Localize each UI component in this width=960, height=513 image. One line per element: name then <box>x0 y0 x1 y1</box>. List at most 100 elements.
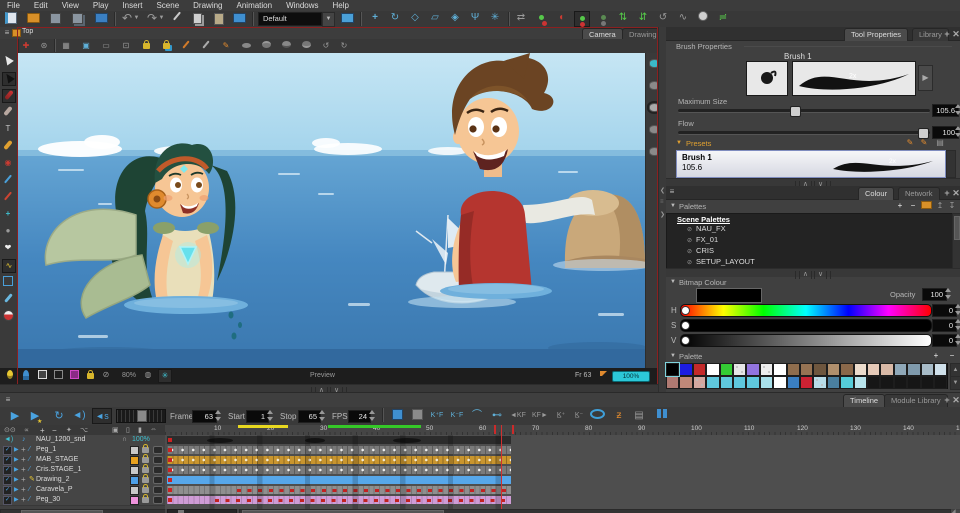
sat-spinner[interactable] <box>954 318 960 331</box>
layer-add-param-icon[interactable]: + <box>21 465 26 475</box>
pencil-line-icon[interactable] <box>200 40 212 52</box>
grid-icon[interactable]: ▦ <box>60 40 72 52</box>
frame-spinner[interactable] <box>214 409 221 422</box>
volume-slider-handle[interactable] <box>137 410 147 422</box>
swatch[interactable] <box>854 376 867 389</box>
palette-moveup-icon[interactable]: ↥ <box>934 200 946 212</box>
swatch[interactable] <box>854 363 867 376</box>
palette-item-cris[interactable]: ⊘CRIS <box>667 246 953 257</box>
stop-motion-keyframe-icon[interactable]: ⊷ <box>490 409 504 423</box>
undo-icon[interactable]: ↶ <box>120 11 134 25</box>
show-hide-all-icon[interactable]: ⊙⊙ <box>4 426 16 434</box>
presets-collapse-icon[interactable]: ▼ <box>676 140 682 146</box>
thumbnail-view-icon[interactable] <box>652 409 666 423</box>
headphone-icon[interactable]: ∩ <box>122 435 127 445</box>
preset-menu-icon[interactable]: ▤ <box>934 137 946 149</box>
hand-tool-icon[interactable]: ❤ <box>2 242 14 254</box>
swatch[interactable] <box>666 363 679 376</box>
layer-colour-chip[interactable] <box>130 476 139 485</box>
val-slider[interactable] <box>680 334 932 347</box>
feather-tool-icon[interactable] <box>2 293 14 305</box>
tab-tool-properties[interactable]: Tool Properties <box>844 28 908 41</box>
swatch[interactable] <box>840 363 853 376</box>
render-settings-icon[interactable]: ✳ <box>158 369 172 383</box>
swatch[interactable] <box>733 376 746 389</box>
export-image-icon[interactable] <box>94 13 108 27</box>
skew-tool-icon[interactable]: ▱ <box>428 11 442 25</box>
swatch[interactable] <box>733 363 746 376</box>
onion-skin-icon[interactable] <box>590 409 604 423</box>
new-preset-icon[interactable]: ✎ <box>904 137 916 149</box>
menu-scene[interactable]: Scene <box>149 0 186 11</box>
timeline-close-tab-icon[interactable]: ✕ <box>951 394 960 406</box>
colour-panel-menu-icon[interactable]: ≡ <box>666 186 678 198</box>
palette-remove-icon[interactable]: − <box>907 200 919 212</box>
sound-scrub-button[interactable]: ◄s <box>92 408 112 424</box>
copy-icon[interactable] <box>190 13 204 27</box>
menu-edit[interactable]: Edit <box>27 0 55 11</box>
light-bulb-icon[interactable] <box>4 370 16 382</box>
layer-eye-icon[interactable] <box>153 496 163 504</box>
sound-scrub-mode-icon[interactable]: ƶ <box>612 409 626 423</box>
splitter-left-icon[interactable]: ❮ <box>660 187 665 194</box>
playhead[interactable] <box>501 425 502 509</box>
brush-next-icon[interactable]: ▶ <box>918 65 933 91</box>
add-exposure-icon[interactable]: K̲⁺ <box>554 409 568 423</box>
val-slider-handle[interactable] <box>681 336 690 345</box>
paint-tool-icon[interactable]: ◉ <box>2 157 14 169</box>
link-layers-icon[interactable]: ∝ <box>24 426 29 434</box>
swatch[interactable] <box>867 376 880 389</box>
layer-expand-icon[interactable]: ▶ <box>14 495 19 505</box>
menu-help[interactable]: Help <box>326 0 356 11</box>
layer-add-param-icon[interactable]: + <box>21 485 26 495</box>
next-keyframe-icon[interactable]: KF► <box>532 409 546 423</box>
range-marker-green[interactable] <box>328 425 421 428</box>
flag-icon[interactable] <box>600 371 607 376</box>
swatch[interactable] <box>706 363 719 376</box>
tab-network[interactable]: Network <box>898 187 940 200</box>
maintain-size-tool-icon[interactable]: ◈ <box>448 11 462 25</box>
select-parent-icon[interactable]: ✳ <box>488 11 502 25</box>
tool-preset-caret-icon[interactable]: ▼ <box>322 12 335 27</box>
max-size-slider[interactable] <box>678 109 930 113</box>
current-colour-swatch[interactable] <box>696 288 762 303</box>
data-view-icon[interactable]: ▤ <box>632 409 646 423</box>
layer-colour-chip[interactable] <box>130 486 139 495</box>
layer-expand-icon[interactable]: ▶ <box>14 465 19 475</box>
layer-lock-icon[interactable] <box>142 467 149 473</box>
layer-enable-checkbox[interactable]: ✓ <box>3 476 12 485</box>
swatch[interactable] <box>880 376 893 389</box>
remove-exposure-icon[interactable]: K̲⁻ <box>572 409 586 423</box>
swatch[interactable] <box>934 363 947 376</box>
paste-icon[interactable] <box>212 13 226 27</box>
opacity-spinner[interactable] <box>944 287 951 300</box>
layer-add-param-icon[interactable]: + <box>21 495 26 505</box>
curve-icon[interactable]: ∿ <box>676 11 690 25</box>
layer-eye-icon[interactable] <box>153 466 163 474</box>
save-icon[interactable] <box>48 13 62 27</box>
sat-slider-handle[interactable] <box>681 321 690 330</box>
palette-item-setup_layout[interactable]: ⊘SETUP_LAYOUT <box>667 257 953 268</box>
duplicate-drawing-icon[interactable] <box>410 409 424 423</box>
stamp-tool-icon[interactable] <box>2 140 14 152</box>
layer-expand-icon[interactable]: ▶ <box>14 455 19 465</box>
swatch[interactable] <box>787 376 800 389</box>
prev-keyframe-icon[interactable]: ◄KF <box>510 409 524 423</box>
sat-slider[interactable] <box>680 319 932 332</box>
speaker-icon[interactable]: ◄) <box>4 435 13 445</box>
layer-list-scrollbar[interactable] <box>0 509 167 513</box>
sound-toggle-icon[interactable]: ▮ <box>138 426 142 434</box>
add-drawing-layer-icon[interactable] <box>390 409 404 423</box>
onion-next-range-icon[interactable] <box>300 40 312 52</box>
no-entry-icon[interactable]: ⊘ <box>100 369 112 381</box>
swatch[interactable] <box>773 376 786 389</box>
layer-row-Peg_30[interactable]: ✓▶+⁄Peg_30 <box>0 495 165 506</box>
open-scene-icon[interactable] <box>26 13 40 27</box>
swatch[interactable] <box>813 363 826 376</box>
layer-colour-chip[interactable] <box>130 496 139 505</box>
perspective-tool-icon[interactable]: ∿ <box>2 259 16 273</box>
start-spinner[interactable] <box>266 409 273 422</box>
loop-button[interactable]: ↻ <box>52 409 66 423</box>
character-icon[interactable] <box>20 370 32 382</box>
swatch-scroll-up-icon[interactable]: ▲ <box>950 363 960 377</box>
